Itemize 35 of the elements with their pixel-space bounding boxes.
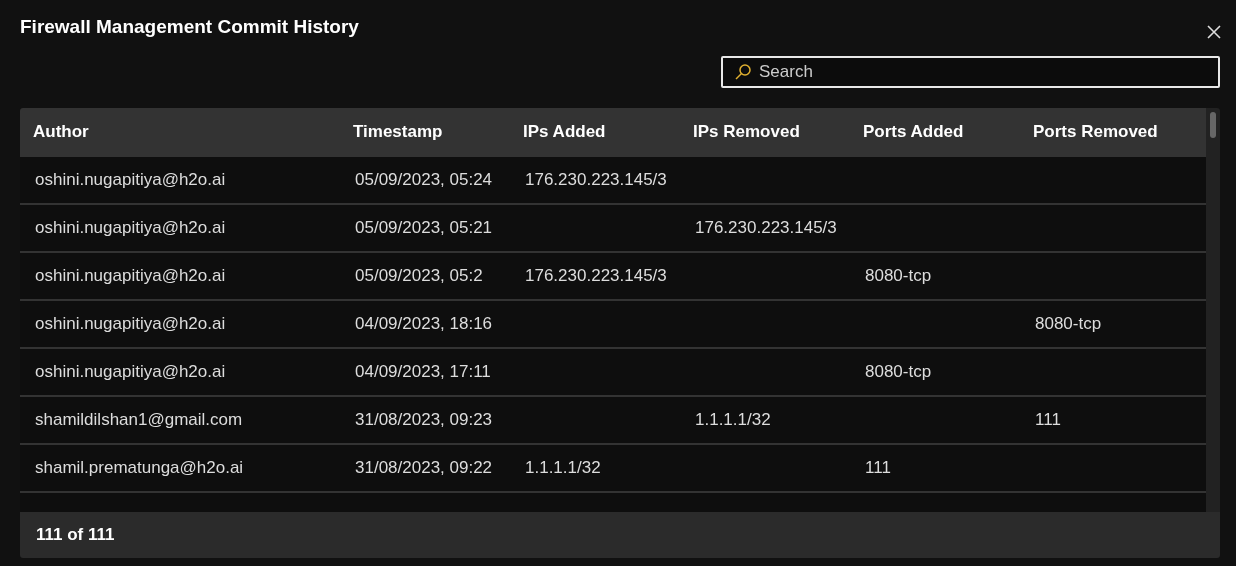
- table-cell: oshini.nugapitiya@h2o.ai: [35, 314, 226, 333]
- table-cell: oshini.nugapitiya@h2o.ai: [35, 362, 226, 381]
- table-cell: 05/09/2023, 05:21: [355, 218, 493, 237]
- table-cell: 1.1.1.1/32: [695, 410, 771, 429]
- column-header[interactable]: IPs Added: [523, 121, 606, 141]
- table-cell: 111: [1035, 410, 1061, 429]
- search-field[interactable]: Search: [721, 56, 1220, 88]
- dialog-title: Firewall Management Commit History: [20, 16, 359, 38]
- table-cell: 8080-tcp: [865, 362, 932, 381]
- table-cell: oshini.nugapitiya@h2o.ai: [35, 266, 226, 285]
- column-header[interactable]: Ports Added: [863, 121, 964, 141]
- scrollbar-thumb[interactable]: [1210, 112, 1216, 138]
- table-cell: 176.230.223.145/3: [525, 170, 667, 189]
- table-cell: 1.1.1.1/32: [525, 458, 601, 477]
- table-cell: shamil.prematunga@h2o.ai: [35, 458, 244, 477]
- table-cell: 05/09/2023, 05:2: [355, 266, 483, 285]
- table-cell: shamildilshan1@gmail.com: [35, 410, 243, 429]
- table-cell: 8080-tcp: [1035, 314, 1102, 333]
- table-cell: 04/09/2023, 17:11: [355, 362, 491, 381]
- table-cell: 176.230.223.145/3: [525, 266, 667, 285]
- table-cell: 111: [865, 458, 891, 477]
- column-header[interactable]: Ports Removed: [1033, 121, 1158, 141]
- table-cell: 176.230.223.145/3: [695, 218, 837, 237]
- table-cell: 31/08/2023, 09:23: [355, 410, 493, 429]
- column-header[interactable]: Timestamp: [353, 121, 443, 141]
- row-count: 111 of 111: [36, 525, 115, 545]
- column-header[interactable]: Author: [33, 121, 89, 141]
- table-cell: 04/09/2023, 18:16: [355, 314, 493, 333]
- table-cell: 31/08/2023, 09:22: [355, 458, 493, 477]
- column-header[interactable]: IPs Removed: [693, 121, 800, 141]
- close-icon[interactable]: [1207, 25, 1221, 39]
- table-cell: 8080-tcp: [865, 266, 932, 285]
- table-cell: 05/09/2023, 05:24: [355, 170, 493, 189]
- table-cell: oshini.nugapitiya@h2o.ai: [35, 218, 226, 237]
- table-cell: oshini.nugapitiya@h2o.ai: [35, 170, 226, 189]
